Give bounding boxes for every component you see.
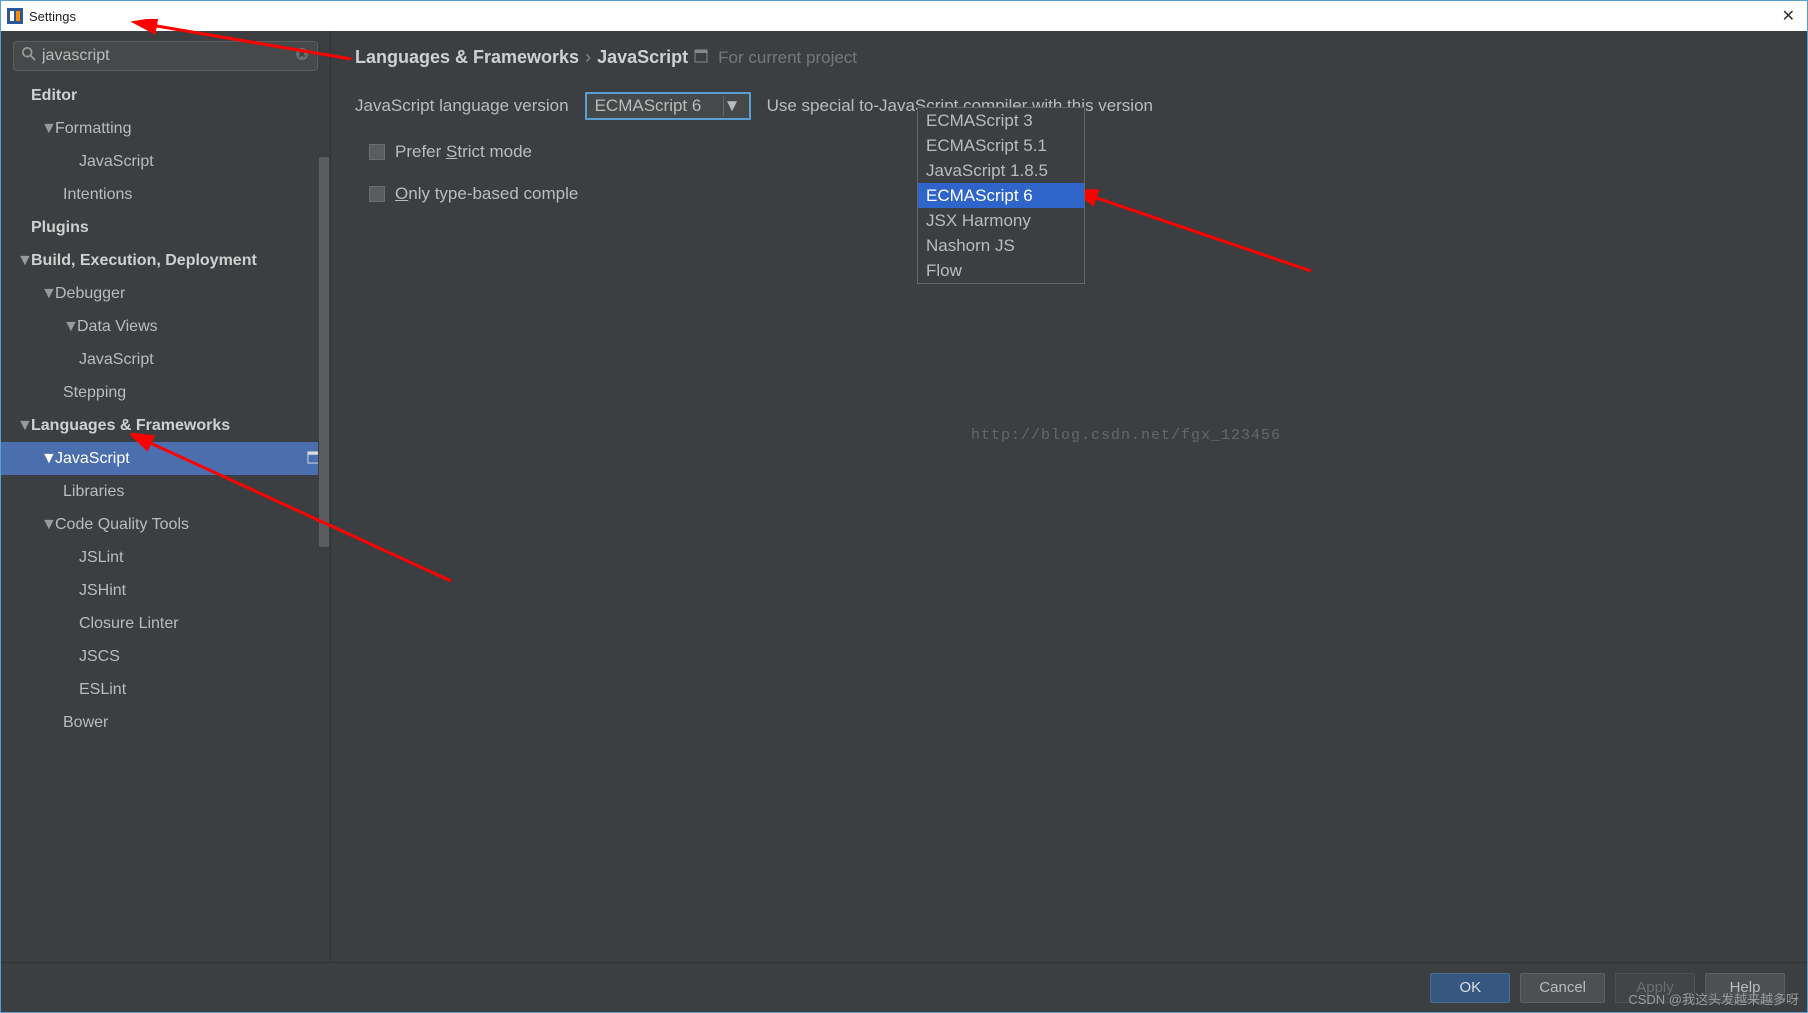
project-scope-icon (694, 49, 708, 66)
close-icon[interactable]: ✕ (1776, 6, 1801, 26)
cancel-button[interactable]: Cancel (1520, 973, 1605, 1003)
sidebar-item-label: JavaScript (79, 351, 154, 369)
version-dropdown[interactable]: ECMAScript 3ECMAScript 5.1JavaScript 1.8… (917, 107, 1085, 284)
sidebar-item-label: Data Views (77, 318, 158, 336)
sidebar-item-label: Libraries (63, 483, 124, 501)
breadcrumb-sep: › (585, 47, 591, 68)
csdn-watermark: CSDN @我这头发越来越多呀 (1628, 989, 1799, 1008)
version-label: JavaScript language version (355, 96, 569, 116)
sidebar-item-label: JSHint (79, 582, 126, 600)
sidebar-item[interactable]: ▼Formatting (1, 112, 330, 145)
dropdown-option[interactable]: ECMAScript 3 (918, 108, 1084, 133)
search-input[interactable] (42, 47, 295, 65)
sidebar-item[interactable]: ▼Data Views (1, 310, 330, 343)
search-input-wrap[interactable] (13, 41, 318, 71)
sidebar-item[interactable]: JSCS (1, 640, 330, 673)
titlebar: Settings ✕ (1, 1, 1807, 31)
sidebar-item-label: Formatting (55, 120, 131, 138)
sidebar-scrollbar-thumb[interactable] (319, 157, 329, 547)
sidebar-item-label: Bower (63, 714, 108, 732)
sidebar-item[interactable]: ▼Languages & Frameworks (1, 409, 330, 442)
chevron-down-icon: ▼ (723, 96, 741, 116)
sidebar-item-label: ESLint (79, 681, 126, 699)
sidebar-item[interactable]: Stepping (1, 376, 330, 409)
settings-tree: Editor▼FormattingJavaScriptIntentionsPlu… (1, 79, 330, 962)
dropdown-option[interactable]: JavaScript 1.8.5 (918, 158, 1084, 183)
sidebar-item[interactable]: JavaScript (1, 145, 330, 178)
chevron-down-icon: ▼ (41, 516, 55, 534)
sidebar-item-label: JSCS (79, 648, 120, 666)
chevron-down-icon: ▼ (41, 450, 55, 468)
sidebar-item[interactable]: JSHint (1, 574, 330, 607)
sidebar-item-label: Debugger (55, 285, 125, 303)
sidebar-item[interactable]: ▼Debugger (1, 277, 330, 310)
sidebar-item-label: Editor (31, 87, 77, 105)
sidebar-item[interactable]: Libraries (1, 475, 330, 508)
search-icon (22, 47, 36, 66)
sidebar-item-label: Closure Linter (79, 615, 179, 633)
window-title: Settings (29, 9, 76, 24)
sidebar-item-label: JavaScript (79, 153, 154, 171)
chevron-down-icon: ▼ (41, 120, 55, 138)
sidebar-item[interactable]: Bower (1, 706, 330, 739)
breadcrumb: Languages & Frameworks › JavaScript For … (355, 47, 1783, 68)
breadcrumb-part-1: Languages & Frameworks (355, 47, 579, 68)
main-pane: Languages & Frameworks › JavaScript For … (331, 31, 1807, 962)
app-logo-icon (7, 8, 23, 24)
sidebar-item-label: JSLint (79, 549, 123, 567)
clear-icon[interactable] (295, 47, 309, 66)
chevron-down-icon: ▼ (17, 417, 31, 435)
only-typed-checkbox[interactable] (369, 186, 385, 202)
prefer-strict-checkbox[interactable] (369, 144, 385, 160)
sidebar-scrollbar[interactable] (318, 79, 330, 962)
watermark: http://blog.csdn.net/fgx_123456 (971, 427, 1281, 444)
sidebar: Editor▼FormattingJavaScriptIntentionsPlu… (1, 31, 331, 962)
dropdown-option[interactable]: Nashorn JS (918, 233, 1084, 258)
content: Editor▼FormattingJavaScriptIntentionsPlu… (1, 31, 1807, 962)
sidebar-item-label: Code Quality Tools (55, 516, 189, 534)
sidebar-item[interactable]: JavaScript (1, 343, 330, 376)
chevron-down-icon: ▼ (63, 318, 77, 336)
version-combobox-value: ECMAScript 6 (595, 96, 723, 116)
sidebar-item-label: JavaScript (55, 450, 130, 468)
dropdown-option[interactable]: JSX Harmony (918, 208, 1084, 233)
dropdown-option[interactable]: ECMAScript 5.1 (918, 133, 1084, 158)
sidebar-item-label: Build, Execution, Deployment (31, 252, 257, 270)
sidebar-item[interactable]: Editor (1, 79, 330, 112)
sidebar-item[interactable]: JSLint (1, 541, 330, 574)
bottom-bar: OK Cancel Apply Help (1, 962, 1807, 1012)
breadcrumb-part-2: JavaScript (597, 47, 688, 68)
chevron-down-icon: ▼ (17, 252, 31, 270)
ok-button[interactable]: OK (1430, 973, 1510, 1003)
sidebar-item[interactable]: ▼Code Quality Tools (1, 508, 330, 541)
breadcrumb-note: For current project (718, 48, 857, 68)
sidebar-item-label: Languages & Frameworks (31, 417, 230, 435)
sidebar-item[interactable]: Plugins (1, 211, 330, 244)
dropdown-option[interactable]: ECMAScript 6 (918, 183, 1084, 208)
sidebar-item-label: Stepping (63, 384, 126, 402)
sidebar-item-label: Plugins (31, 219, 89, 237)
sidebar-item[interactable]: Closure Linter (1, 607, 330, 640)
version-combobox[interactable]: ECMAScript 6 ▼ (585, 92, 751, 120)
sidebar-item-selected[interactable]: ▼JavaScript (1, 442, 330, 475)
prefer-strict-label: Prefer Strict mode (395, 142, 532, 162)
dropdown-option[interactable]: Flow (918, 258, 1084, 283)
chevron-down-icon: ▼ (41, 285, 55, 303)
sidebar-item[interactable]: Intentions (1, 178, 330, 211)
only-typed-label: Only type-based comple (395, 184, 578, 204)
sidebar-item[interactable]: ▼Build, Execution, Deployment (1, 244, 330, 277)
sidebar-item[interactable]: ESLint (1, 673, 330, 706)
sidebar-item-label: Intentions (63, 186, 132, 204)
